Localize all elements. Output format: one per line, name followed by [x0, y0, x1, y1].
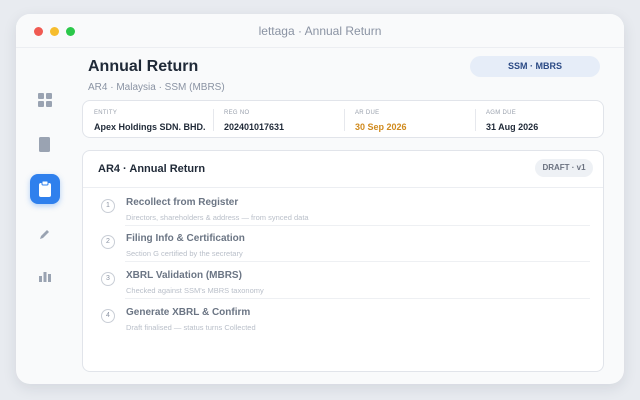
grid-icon	[38, 93, 52, 107]
sidebar	[16, 48, 74, 384]
entity-value: Apex Holdings SDN. BHD.	[94, 122, 206, 132]
page-subtitle: AR4 · Malaysia · SSM (MBRS)	[88, 82, 225, 93]
divider	[125, 225, 590, 226]
window-title: lettaga · Annual Return	[258, 24, 382, 38]
divider	[344, 109, 345, 131]
document-icon	[39, 136, 51, 152]
app-window: lettaga · Annual Return Annual Return AR…	[16, 14, 624, 384]
annual-return-card: AR4 · Annual Return DRAFT · v1 1 Recolle…	[82, 150, 604, 372]
divider	[213, 109, 214, 131]
bar-chart-icon	[39, 270, 51, 282]
divider	[125, 298, 590, 299]
sidebar-item-reports[interactable]	[31, 262, 59, 290]
step-filing-info[interactable]: 2 Filing Info & Certification Section G …	[99, 227, 589, 263]
divider	[125, 261, 590, 262]
sidebar-item-annual-return[interactable]	[30, 174, 60, 204]
divider	[475, 109, 476, 131]
clipboard-icon	[39, 181, 51, 197]
page-title: Annual Return	[88, 58, 199, 75]
step-number: 1	[101, 199, 115, 213]
step-description: Section G certified by the secretary	[126, 249, 243, 258]
card-title: AR4 · Annual Return	[98, 163, 206, 175]
step-title: XBRL Validation (MBRS)	[126, 270, 242, 281]
step-recollect[interactable]: 1 Recollect from Register Directors, sha…	[99, 191, 589, 227]
step-number: 3	[101, 272, 115, 286]
entity-info-card: ENTITY Apex Holdings SDN. BHD. REG NO 20…	[82, 100, 604, 138]
step-title: Generate XBRL & Confirm	[126, 307, 251, 318]
ssm-mbrs-badge: SSM · MBRS	[470, 56, 600, 77]
field-label: ENTITY	[94, 110, 118, 116]
sidebar-item-sign[interactable]	[31, 220, 59, 248]
title-bar: lettaga · Annual Return	[16, 14, 624, 48]
step-description: Checked against SSM's MBRS taxonomy	[126, 286, 264, 295]
step-xbrl-validation[interactable]: 3 XBRL Validation (MBRS) Checked against…	[99, 264, 589, 300]
step-generate-xbrl[interactable]: 4 Generate XBRL & Confirm Draft finalise…	[99, 301, 589, 337]
field-label: AGM DUE	[486, 110, 517, 116]
step-number: 4	[101, 309, 115, 323]
step-title: Filing Info & Certification	[126, 233, 245, 244]
sidebar-item-documents[interactable]	[31, 130, 59, 158]
field-label: AR DUE	[355, 110, 380, 116]
field-label: REG NO	[224, 110, 250, 116]
step-title: Recollect from Register	[126, 197, 239, 208]
step-description: Draft finalised — status turns Collected	[126, 323, 256, 332]
divider	[83, 187, 603, 188]
pen-icon	[39, 228, 51, 240]
agm-due-value: 31 Aug 2026	[486, 122, 539, 132]
step-description: Directors, shareholders & address — from…	[126, 213, 309, 222]
draft-status-badge: DRAFT · v1	[535, 159, 593, 177]
step-number: 2	[101, 235, 115, 249]
reg-no-value: 202401017631	[224, 122, 285, 132]
ar-due-value: 30 Sep 2026	[355, 122, 407, 132]
sidebar-item-dashboard[interactable]	[31, 86, 59, 114]
